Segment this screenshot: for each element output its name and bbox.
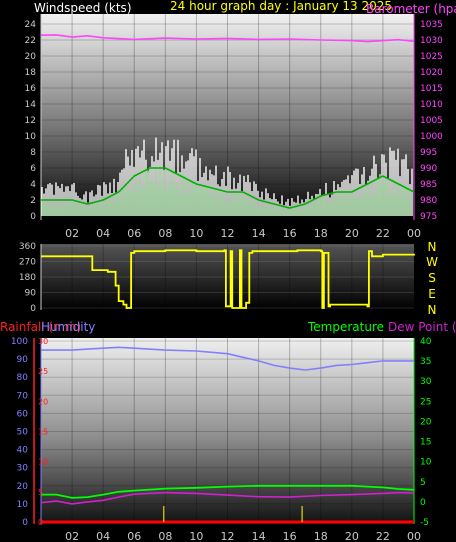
barometer-tick-1005: 1005 bbox=[420, 116, 443, 126]
humidity-tick-10: 10 bbox=[17, 500, 29, 510]
rainfall-tick-5: 5 bbox=[38, 488, 43, 497]
barometer-axis-title: Barometer (hpa) bbox=[366, 2, 456, 16]
climate-x-tick-02-0: 02 bbox=[65, 530, 79, 542]
windspeed-tick-2: 2 bbox=[30, 196, 36, 206]
wind-x-tick-10-4: 10 bbox=[189, 227, 203, 240]
windspeed-tick-14: 14 bbox=[25, 100, 37, 110]
chart-date-title: 24 hour graph day : January 13 2025 bbox=[170, 0, 392, 13]
humidity-tick-70: 70 bbox=[17, 391, 29, 401]
wind-x-tick-12-5: 12 bbox=[221, 227, 235, 240]
windspeed-tick-16: 16 bbox=[25, 84, 37, 94]
windspeed-tick-6: 6 bbox=[30, 164, 36, 174]
humidity-tick-0: 0 bbox=[22, 518, 28, 528]
temperature-tick--5: -5 bbox=[420, 518, 429, 528]
climate-x-tick-16-7: 16 bbox=[283, 530, 297, 542]
climate-x-tick-12-5: 12 bbox=[221, 530, 235, 542]
direction-tick-0: 0 bbox=[30, 304, 36, 314]
windspeed-tick-24: 24 bbox=[25, 20, 37, 30]
direction-tick-270: 270 bbox=[19, 258, 36, 268]
direction-tick-360: 360 bbox=[19, 242, 36, 252]
climate-x-tick-20-9: 20 bbox=[345, 530, 359, 542]
windspeed-tick-18: 18 bbox=[25, 68, 37, 78]
climate-x-tick-18-8: 18 bbox=[314, 530, 328, 542]
rainfall-tick-10: 10 bbox=[38, 458, 48, 467]
wind-x-tick-22-10: 22 bbox=[376, 227, 390, 240]
climate-x-tick-00-11: 00 bbox=[407, 530, 421, 542]
barometer-tick-1010: 1010 bbox=[420, 100, 443, 110]
temperature-tick-40: 40 bbox=[420, 337, 432, 347]
dewpoint-axis-title: Dew Point (C) bbox=[388, 320, 456, 334]
weather-graph: 0246810121416182022249759809859909951000… bbox=[0, 0, 456, 542]
humidity-tick-40: 40 bbox=[17, 446, 29, 456]
wind-x-tick-08-3: 08 bbox=[158, 227, 172, 240]
barometer-tick-1035: 1035 bbox=[420, 20, 443, 30]
windspeed-tick-8: 8 bbox=[30, 148, 36, 158]
wind-x-tick-04-1: 04 bbox=[96, 227, 110, 240]
wind-x-tick-18-8: 18 bbox=[314, 227, 328, 240]
rainfall-tick-20: 20 bbox=[38, 397, 48, 406]
temperature-axis-title: Temperature bbox=[307, 320, 384, 334]
barometer-tick-1030: 1030 bbox=[420, 36, 443, 46]
windspeed-tick-0: 0 bbox=[30, 212, 36, 222]
direction-tick-90: 90 bbox=[25, 289, 37, 299]
humidity-tick-30: 30 bbox=[17, 464, 29, 474]
climate-x-tick-14-6: 14 bbox=[252, 530, 266, 542]
temperature-tick-30: 30 bbox=[420, 377, 432, 387]
barometer-tick-985: 985 bbox=[420, 180, 437, 190]
direction-label-n-top: N bbox=[428, 240, 437, 254]
humidity-axis-title: Humidity bbox=[41, 320, 95, 334]
barometer-tick-980: 980 bbox=[420, 196, 437, 206]
barometer-tick-1025: 1025 bbox=[420, 52, 443, 62]
climate-x-tick-08-3: 08 bbox=[158, 530, 172, 542]
wind-x-tick-20-9: 20 bbox=[345, 227, 359, 240]
windspeed-tick-10: 10 bbox=[25, 132, 37, 142]
direction-label-n-bottom: N bbox=[428, 303, 437, 317]
rainfall-tick-30: 30 bbox=[38, 337, 48, 346]
climate-x-tick-04-1: 04 bbox=[96, 530, 110, 542]
barometer-tick-1020: 1020 bbox=[420, 68, 443, 78]
barometer-tick-1000: 1000 bbox=[420, 132, 443, 142]
temperature-tick-20: 20 bbox=[420, 417, 432, 427]
humidity-tick-80: 80 bbox=[17, 373, 29, 383]
windspeed-tick-20: 20 bbox=[25, 52, 37, 62]
humidity-tick-50: 50 bbox=[17, 428, 29, 438]
climate-x-tick-10-4: 10 bbox=[189, 530, 203, 542]
windspeed-tick-4: 4 bbox=[30, 180, 36, 190]
direction-label-w: W bbox=[426, 255, 438, 269]
temperature-tick-0: 0 bbox=[420, 498, 426, 508]
barometer-tick-975: 975 bbox=[420, 212, 437, 222]
barometer-tick-1015: 1015 bbox=[420, 84, 443, 94]
direction-label-s: S bbox=[428, 271, 436, 285]
humidity-tick-20: 20 bbox=[17, 482, 29, 492]
wind-x-tick-02-0: 02 bbox=[65, 227, 79, 240]
climate-x-tick-22-10: 22 bbox=[376, 530, 390, 542]
temperature-tick-5: 5 bbox=[420, 478, 426, 488]
wind-x-tick-14-6: 14 bbox=[252, 227, 266, 240]
climate-x-tick-06-2: 06 bbox=[127, 530, 141, 542]
temperature-tick-35: 35 bbox=[420, 357, 431, 367]
wind-x-tick-16-7: 16 bbox=[283, 227, 297, 240]
temperature-tick-15: 15 bbox=[420, 438, 431, 448]
wind-x-tick-00-11: 00 bbox=[407, 227, 421, 240]
barometer-tick-995: 995 bbox=[420, 148, 437, 158]
barometer-tick-990: 990 bbox=[420, 164, 437, 174]
windspeed-tick-22: 22 bbox=[25, 36, 36, 46]
windspeed-axis-title: Windspeed (kts) bbox=[34, 1, 132, 15]
rainfall-tick-25: 25 bbox=[38, 367, 48, 376]
direction-label-e: E bbox=[428, 287, 436, 301]
windspeed-tick-12: 12 bbox=[25, 116, 36, 126]
humidity-tick-100: 100 bbox=[11, 337, 28, 347]
rainfall-tick-15: 15 bbox=[38, 427, 48, 436]
humidity-tick-60: 60 bbox=[17, 409, 29, 419]
wind-x-tick-06-2: 06 bbox=[127, 227, 141, 240]
humidity-tick-90: 90 bbox=[17, 355, 29, 365]
rainfall-tick-0: 0 bbox=[38, 518, 43, 527]
direction-tick-180: 180 bbox=[19, 273, 36, 283]
temperature-tick-10: 10 bbox=[420, 458, 432, 468]
temperature-tick-25: 25 bbox=[420, 397, 431, 407]
